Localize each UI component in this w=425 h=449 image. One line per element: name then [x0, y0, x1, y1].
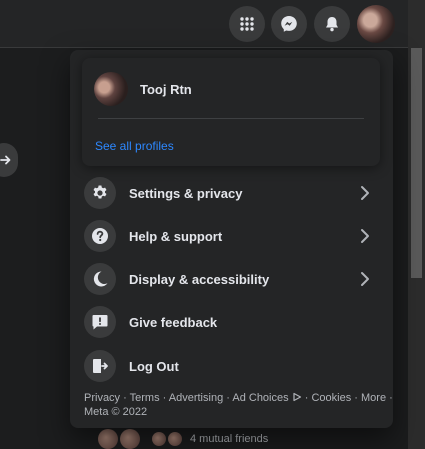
mutual-avatar: [168, 431, 182, 446]
footer-separator: ·: [120, 392, 130, 404]
moon-icon: [84, 263, 116, 295]
mutual-avatar: [152, 431, 166, 446]
footer-links: Privacy · Terms · Advertising · Ad Choic…: [84, 391, 393, 419]
left-sidebar: [0, 48, 70, 449]
logout-icon: [84, 350, 116, 382]
chevron-right-icon: [361, 229, 369, 243]
scrollbar-thumb[interactable]: [411, 48, 422, 278]
profile-name: Tooj Rtn: [140, 81, 192, 97]
menu-item-display-accessibility[interactable]: Display & accessibility: [82, 259, 380, 299]
account-menu: Tooj Rtn See all profiles Settings & pri…: [70, 50, 393, 428]
menu-item-label: Settings & privacy: [129, 185, 243, 201]
ad-choices-icon: [293, 392, 301, 402]
copyright-text: Meta © 2022: [84, 406, 148, 418]
menu-item-log-out[interactable]: Log Out: [82, 346, 380, 386]
chevron-right-icon: [361, 186, 369, 200]
footer-link-terms[interactable]: Terms: [130, 392, 160, 404]
see-all-profiles-link[interactable]: See all profiles: [95, 139, 174, 153]
account-avatar-button[interactable]: [357, 5, 395, 43]
menu-item-settings-privacy[interactable]: Settings & privacy: [82, 173, 380, 213]
footer-link-ad-choices[interactable]: Ad Choices: [232, 392, 301, 404]
chevron-right-icon: [361, 272, 369, 286]
mutual-friends-text: 4 mutual friends: [190, 432, 269, 445]
footer-separator: ·: [386, 392, 393, 404]
footer-link-privacy[interactable]: Privacy: [84, 392, 120, 404]
profile-card: Tooj Rtn See all profiles: [82, 58, 380, 166]
friend-avatar: [98, 428, 118, 449]
menu-item-help-support[interactable]: Help & support: [82, 216, 380, 256]
suggestion-row: 4 mutual friends: [98, 428, 268, 449]
bell-icon: [326, 17, 338, 32]
friend-avatar: [120, 428, 140, 449]
footer-separator: ·: [159, 392, 169, 404]
grid-icon: [240, 17, 254, 31]
arrow-right-icon: [0, 155, 11, 165]
footer-link-advertising[interactable]: Advertising: [169, 392, 223, 404]
footer-link-more[interactable]: More: [361, 392, 386, 404]
profile-avatar: [94, 72, 128, 106]
footer-separator: ·: [301, 392, 312, 404]
footer-separator: ·: [223, 392, 233, 404]
notifications-button[interactable]: [314, 6, 350, 42]
top-navigation-bar: [0, 0, 425, 48]
menu-item-give-feedback[interactable]: Give feedback: [82, 302, 380, 342]
gear-icon: [84, 177, 116, 209]
question-icon: [84, 220, 116, 252]
footer-separator: ·: [351, 392, 361, 404]
messenger-button[interactable]: [271, 6, 307, 42]
menu-item-label: Log Out: [129, 358, 179, 374]
feedback-icon: [84, 306, 116, 338]
profile-divider: [98, 118, 364, 119]
menu-item-label: Display & accessibility: [129, 271, 270, 287]
messenger-icon: [281, 16, 297, 32]
page-scrollbar[interactable]: [408, 0, 425, 449]
footer-link-cookies[interactable]: Cookies: [311, 392, 351, 404]
menu-item-label: Help & support: [129, 228, 223, 244]
profile-link[interactable]: Tooj Rtn: [94, 72, 192, 106]
menu-grid-button[interactable]: [229, 6, 265, 42]
menu-item-label: Give feedback: [129, 314, 218, 330]
